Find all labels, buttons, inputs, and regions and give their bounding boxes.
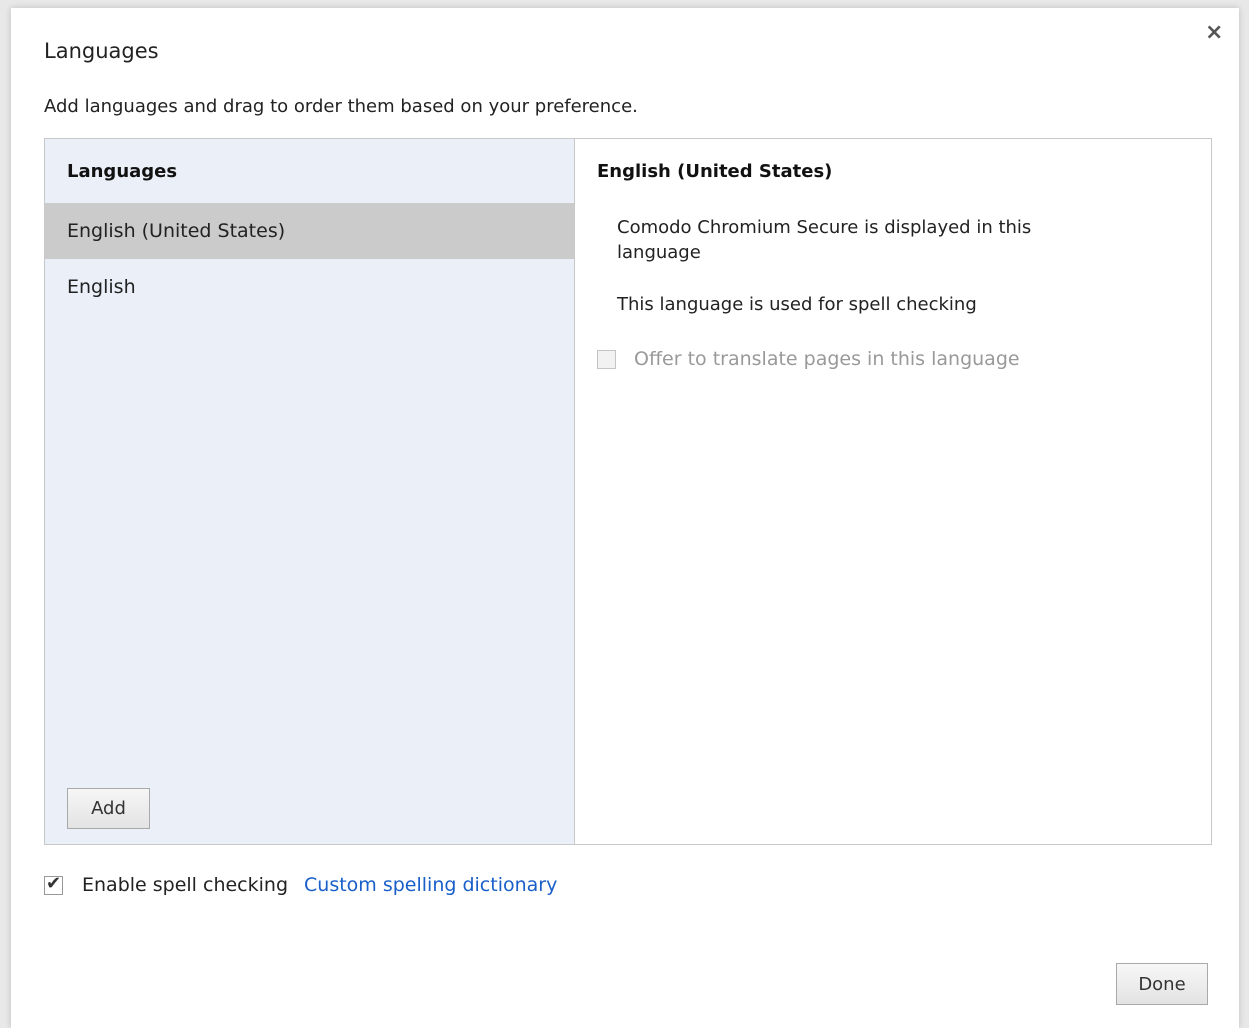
checkmark-icon: ✔ — [46, 872, 62, 894]
spell-check-row: ✔ Enable spell checking Custom spelling … — [44, 872, 557, 896]
done-button[interactable]: Done — [1116, 963, 1208, 1005]
languages-dialog: × Languages Add languages and drag to or… — [11, 8, 1239, 1028]
languages-list-header: Languages — [67, 161, 178, 182]
languages-panel: Languages English (United States) Englis… — [44, 138, 1212, 845]
languages-list-pane: Languages English (United States) Englis… — [45, 139, 575, 844]
language-details-pane: English (United States) Comodo Chromium … — [575, 139, 1211, 844]
custom-dictionary-link[interactable]: Custom spelling dictionary — [304, 874, 557, 896]
translate-checkbox[interactable] — [597, 349, 616, 369]
translate-option-label: Offer to translate pages in this languag… — [634, 348, 1020, 370]
spell-check-language-info: This language is used for spell checking — [617, 294, 977, 315]
dialog-title: Languages — [44, 39, 159, 63]
spell-check-label: Enable spell checking — [82, 874, 289, 896]
dialog-subtitle: Add languages and drag to order them bas… — [44, 96, 638, 117]
display-language-info: Comodo Chromium Secure is displayed in t… — [617, 217, 1032, 263]
language-item-english-united-states[interactable]: English (United States) — [45, 203, 574, 259]
spell-check-checkbox[interactable]: ✔ — [44, 872, 63, 895]
translate-option-row: Offer to translate pages in this languag… — [597, 348, 1020, 370]
language-item-english[interactable]: English — [45, 259, 574, 315]
close-icon[interactable]: × — [1205, 22, 1223, 44]
selected-language-header: English (United States) — [597, 161, 833, 182]
add-language-button[interactable]: Add — [67, 788, 150, 829]
